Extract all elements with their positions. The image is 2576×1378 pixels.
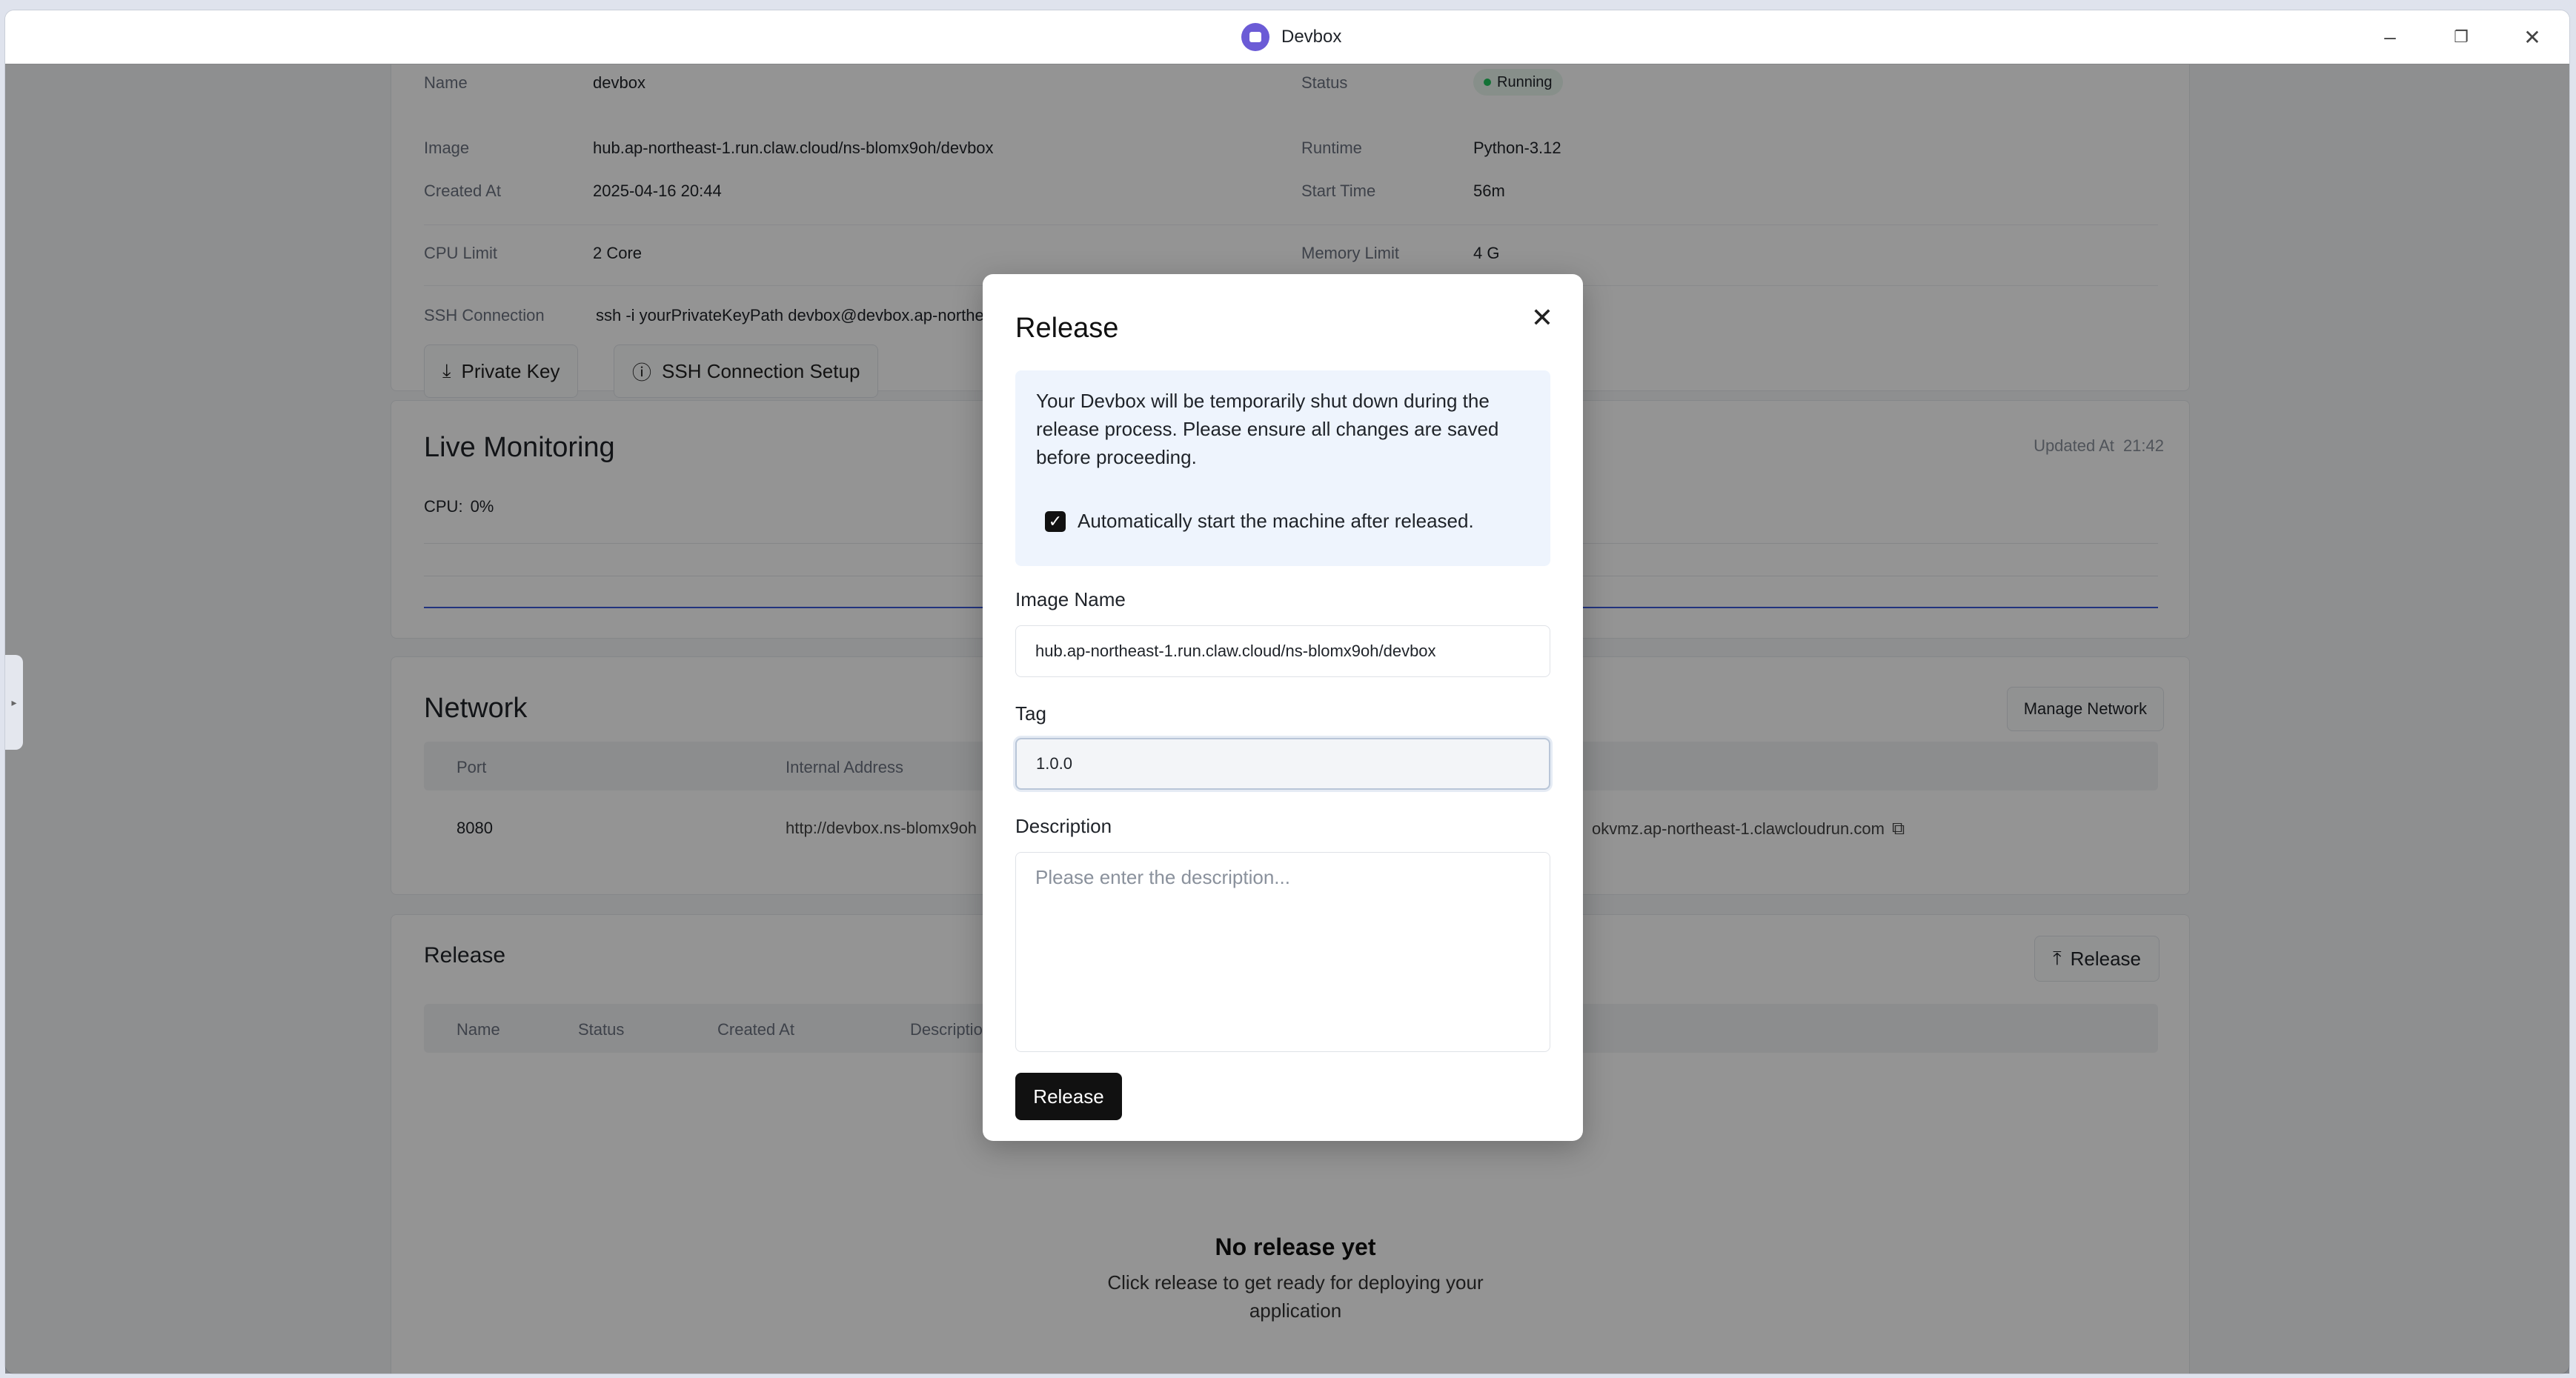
release-submit-button-label: Release	[1033, 1085, 1104, 1108]
sidebar-toggle[interactable]: ▸	[5, 655, 23, 750]
window-title: Devbox	[1281, 27, 1342, 47]
auto-start-label[interactable]: Automatically start the machine after re…	[1078, 510, 1474, 533]
description-textarea[interactable]: Please enter the description...	[1015, 852, 1550, 1052]
close-window-icon[interactable]: ✕	[2497, 10, 2568, 64]
tag-input[interactable]: 1.0.0	[1015, 738, 1550, 790]
auto-start-checkbox[interactable]: ✓	[1045, 511, 1066, 532]
release-modal: Release ✕ Your Devbox will be temporaril…	[983, 274, 1583, 1141]
release-submit-button[interactable]: Release	[1015, 1073, 1122, 1120]
image-name-label: Image Name	[1015, 588, 1126, 610]
close-icon[interactable]: ✕	[1524, 299, 1561, 336]
tag-label: Tag	[1015, 702, 1046, 725]
description-label: Description	[1015, 815, 1112, 837]
devbox-app-icon	[1241, 23, 1269, 51]
app-title-group: Devbox	[1241, 10, 1341, 64]
warning-text: Your Devbox will be temporarily shut dow…	[1036, 390, 1499, 468]
modal-title: Release	[1015, 313, 1119, 344]
title-bar: Devbox – ❐ ✕	[5, 10, 2569, 64]
minimize-icon[interactable]: –	[2354, 10, 2426, 64]
maximize-icon[interactable]: ❐	[2426, 10, 2497, 64]
image-name-input[interactable]: hub.ap-northeast-1.run.claw.cloud/ns-blo…	[1015, 625, 1550, 677]
warning-info-box: Your Devbox will be temporarily shut dow…	[1015, 370, 1550, 566]
